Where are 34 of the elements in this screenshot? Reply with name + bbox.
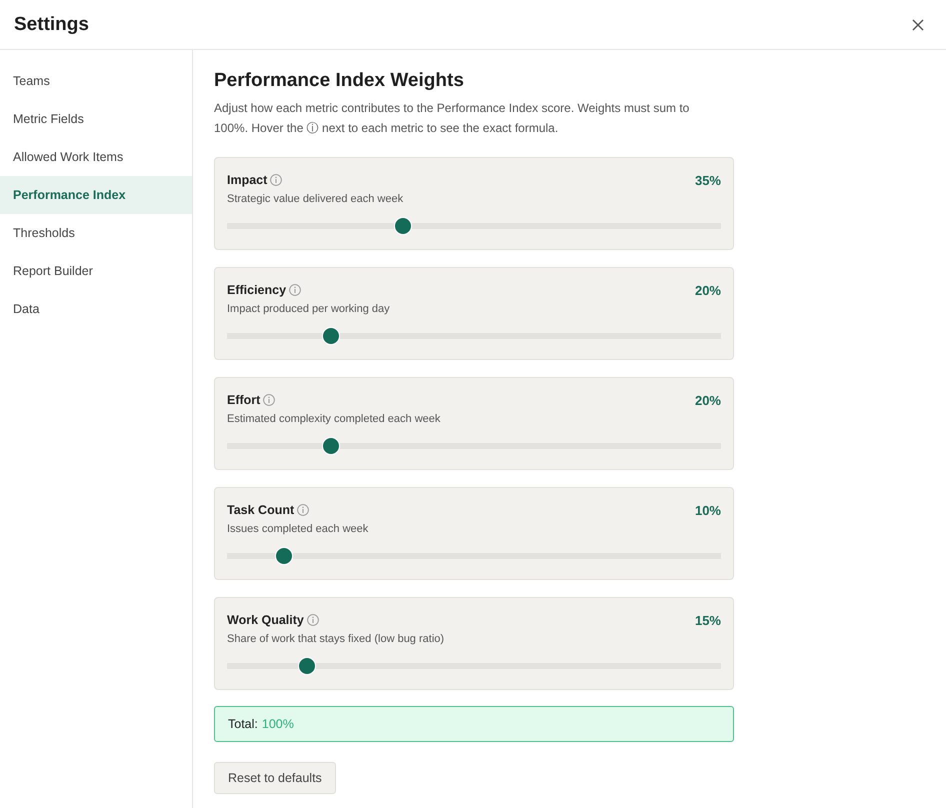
metric-description: Strategic value delivered each week xyxy=(227,193,404,205)
sidebar-item[interactable]: Allowed Work Items xyxy=(0,138,192,176)
slider-thumb[interactable] xyxy=(298,657,316,675)
weight-reading: 20% xyxy=(694,392,721,408)
slider-thumb[interactable] xyxy=(322,327,340,345)
sidebar-item[interactable]: Performance Index xyxy=(0,176,192,214)
weight-reading: 10% xyxy=(694,502,721,518)
metric-name: Effort xyxy=(227,393,260,407)
metric-name: Work Quality xyxy=(227,613,304,627)
weight-reading: 20% xyxy=(694,282,721,298)
slider-thumb[interactable] xyxy=(322,437,340,455)
metric-name: Impact xyxy=(227,173,268,187)
sidebar-item[interactable]: Teams xyxy=(0,62,192,100)
metric-description: Impact produced per working day xyxy=(227,303,391,315)
weight-reading: 15% xyxy=(694,612,721,628)
close-icon[interactable] xyxy=(912,18,924,30)
metric-description: Estimated complexity completed each week xyxy=(227,413,442,425)
metric-description: Issues completed each week xyxy=(227,523,370,535)
section-description: Adjust how each metric contributes to the Performance Index score. Weights must sum to 100%. Hover the ⓘ next to each metric to see the exact formula. xyxy=(214,100,690,137)
metric-name: Efficiency xyxy=(227,283,286,297)
weight-reading: 35% xyxy=(694,172,721,188)
sidebar-item[interactable]: Metric Fields xyxy=(0,100,192,138)
slider-thumb[interactable] xyxy=(274,547,293,565)
sidebar-item[interactable]: Report Builder xyxy=(0,252,192,290)
window-title: Settings xyxy=(14,14,89,36)
sidebar-item[interactable]: Data xyxy=(0,290,192,328)
section-title: Performance Index Weights xyxy=(214,70,465,92)
metric-description: Share of work that stays fixed (low bug ratio) xyxy=(227,633,446,645)
total-label: Total: xyxy=(228,717,258,731)
reset-button[interactable]: Reset to defaults xyxy=(214,762,336,794)
metric-name: Task Count xyxy=(227,503,294,517)
slider-thumb[interactable] xyxy=(394,217,412,235)
total-value: 100% xyxy=(262,717,294,731)
sidebar-item[interactable]: Thresholds xyxy=(0,214,192,252)
